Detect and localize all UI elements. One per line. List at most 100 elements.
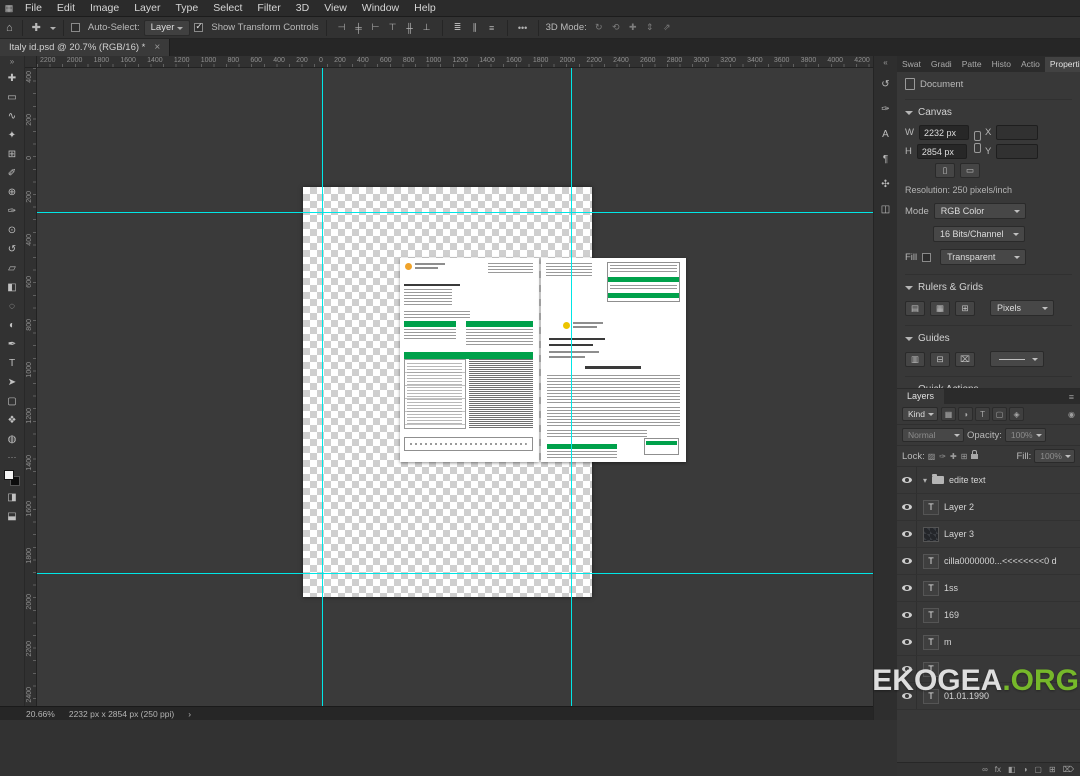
ruler-top[interactable]: 2200200018001600140012001000800600400200… xyxy=(37,56,873,68)
portrait-orientation-icon[interactable]: ▯ xyxy=(935,163,955,178)
x-field[interactable] xyxy=(996,125,1038,140)
visibility-toggle[interactable] xyxy=(897,602,917,628)
paragraph-panel-icon[interactable]: ¶ xyxy=(877,151,895,167)
eraser-tool[interactable]: ▱ xyxy=(2,259,23,278)
lasso-tool[interactable]: ∿ xyxy=(2,107,23,126)
layers-fill-field[interactable]: 100% xyxy=(1034,449,1075,463)
show-transform-controls-checkbox[interactable] xyxy=(194,23,203,32)
layer-row[interactable]: ▾edite text xyxy=(897,467,1080,494)
opacity-field[interactable]: 100% xyxy=(1005,428,1046,442)
ruler-units-dropdown[interactable]: Pixels xyxy=(990,300,1054,316)
visibility-toggle[interactable] xyxy=(897,575,917,601)
guide-vertical[interactable] xyxy=(571,68,572,706)
new-layer-icon[interactable]: ⊞ xyxy=(1049,765,1056,774)
filter-smart-objects-icon[interactable]: ◈ xyxy=(1009,407,1024,421)
layer-row[interactable]: T169 xyxy=(897,602,1080,629)
ruler-left[interactable]: 4002000200400600800100012001400160018002… xyxy=(25,68,37,706)
gradient-tool[interactable]: ◧ xyxy=(2,278,23,297)
lock-artboard-icon[interactable]: ⊞ xyxy=(961,452,968,461)
pen-tool[interactable]: ✒ xyxy=(2,335,23,354)
more-options-button[interactable]: ••• xyxy=(515,20,531,35)
edit-toolbar-icon[interactable]: ⋯ xyxy=(8,452,17,463)
character-panel-icon[interactable]: A xyxy=(877,126,895,142)
status-arrow-icon[interactable]: › xyxy=(188,709,191,719)
section-canvas[interactable]: Canvas xyxy=(905,99,1072,118)
new-adjustment-layer-icon[interactable]: ◑ xyxy=(1023,765,1028,774)
distribute-vertically-icon[interactable]: ≣ xyxy=(450,20,466,35)
pan-3d-camera-icon[interactable]: ✚ xyxy=(625,20,641,35)
add-layer-mask-icon[interactable]: ◧ xyxy=(1008,765,1016,774)
dodge-tool[interactable]: ◐ xyxy=(2,316,23,335)
shape-tool[interactable]: ▢ xyxy=(2,392,23,411)
brush-settings-panel-icon[interactable]: ✑ xyxy=(877,101,895,117)
section-rulers-grids[interactable]: Rulers & Grids xyxy=(905,274,1072,293)
panel-tab-swat[interactable]: Swat xyxy=(897,57,926,72)
align-horizontal-centers-icon[interactable]: ╪ xyxy=(351,20,367,35)
visibility-toggle[interactable] xyxy=(897,494,917,520)
align-right-edges-icon[interactable]: ⊢ xyxy=(368,20,384,35)
menu-view[interactable]: View xyxy=(317,0,354,16)
guide-horizontal[interactable] xyxy=(37,573,873,574)
color-swatches[interactable] xyxy=(4,470,20,486)
visibility-toggle[interactable] xyxy=(897,548,917,574)
eyedropper-tool[interactable]: ✐ xyxy=(2,164,23,183)
scale-3d-object-icon[interactable]: ⇗ xyxy=(659,20,675,35)
menu-layer[interactable]: Layer xyxy=(127,0,167,16)
lock-all-icon[interactable] xyxy=(971,452,978,461)
menu-type[interactable]: Type xyxy=(168,0,205,16)
lock-guides-icon[interactable]: ⊟ xyxy=(930,352,950,367)
distribute-spacing-icon[interactable]: ≡ xyxy=(484,20,500,35)
close-icon[interactable]: × xyxy=(154,42,160,53)
link-layers-icon[interactable]: ∞ xyxy=(982,765,988,774)
section-guides[interactable]: Guides xyxy=(905,325,1072,344)
layer-filter-kind-dropdown[interactable]: Kind xyxy=(902,407,938,421)
align-left-edges-icon[interactable]: ⊣ xyxy=(334,20,350,35)
tab-layers[interactable]: Layers xyxy=(897,389,944,404)
history-brush-tool[interactable]: ↺ xyxy=(2,240,23,259)
blur-tool[interactable]: ◌ xyxy=(2,297,23,316)
menu-file[interactable]: File xyxy=(18,0,49,16)
layer-row[interactable]: Layer 3 xyxy=(897,521,1080,548)
visibility-toggle[interactable] xyxy=(897,467,917,493)
landscape-orientation-icon[interactable]: ▭ xyxy=(960,163,980,178)
roll-3d-camera-icon[interactable]: ⟲ xyxy=(608,20,624,35)
filter-pixel-layers-icon[interactable]: ▦ xyxy=(941,407,956,421)
panel-menu-icon[interactable]: ≡ xyxy=(1069,392,1080,404)
auto-select-checkbox[interactable] xyxy=(71,23,80,32)
menu-window[interactable]: Window xyxy=(355,0,406,16)
zoom-level-field[interactable]: 20.66% xyxy=(26,709,55,719)
fill-checkbox[interactable] xyxy=(922,253,931,262)
clone-stamp-tool[interactable]: ⊙ xyxy=(2,221,23,240)
quick-mask-icon[interactable]: ◨ xyxy=(2,488,23,507)
blend-mode-dropdown[interactable]: Normal xyxy=(902,428,964,442)
layer-filter-toggle-icon[interactable]: ◉ xyxy=(1068,410,1075,419)
history-panel-icon[interactable]: ↺ xyxy=(877,76,895,92)
height-field[interactable]: 2854 px xyxy=(917,144,967,159)
menu-filter[interactable]: Filter xyxy=(250,0,287,16)
guide-vertical[interactable] xyxy=(322,68,323,706)
layer-row[interactable]: TLayer 2 xyxy=(897,494,1080,521)
chevron-down-icon[interactable]: ▾ xyxy=(923,476,927,485)
fill-dropdown[interactable]: Transparent xyxy=(940,249,1026,265)
crop-tool[interactable]: ⊞ xyxy=(2,145,23,164)
home-icon[interactable]: ⌂ xyxy=(4,22,15,34)
document-tab[interactable]: Italy id.psd @ 20.7% (RGB/16) * × xyxy=(0,39,170,56)
align-bottom-edges-icon[interactable]: ⊥ xyxy=(419,20,435,35)
brush-tool[interactable]: ✑ xyxy=(2,202,23,221)
filter-adjustment-layers-icon[interactable]: ◑ xyxy=(958,407,973,421)
toggle-rulers-icon[interactable]: ▤ xyxy=(905,301,925,316)
align-top-edges-icon[interactable]: ⊤ xyxy=(385,20,401,35)
lock-position-icon[interactable]: ✚ xyxy=(950,452,957,461)
distribute-horizontally-icon[interactable]: ∥ xyxy=(467,20,483,35)
ruler-origin[interactable] xyxy=(25,56,37,68)
visibility-toggle[interactable] xyxy=(897,629,917,655)
guide-horizontal[interactable] xyxy=(37,212,873,213)
glyphs-panel-icon[interactable]: ✣ xyxy=(877,176,895,192)
move-tool-preset-icon[interactable]: ✚ xyxy=(30,21,43,34)
layer-row[interactable]: T1ss xyxy=(897,575,1080,602)
marquee-tool[interactable]: ▭ xyxy=(2,88,23,107)
foreground-color-swatch[interactable] xyxy=(4,470,14,480)
section-quick-actions[interactable]: Quick Actions xyxy=(905,376,1072,389)
guide-style-dropdown[interactable] xyxy=(990,351,1044,367)
filter-type-layers-icon[interactable]: T xyxy=(975,407,990,421)
